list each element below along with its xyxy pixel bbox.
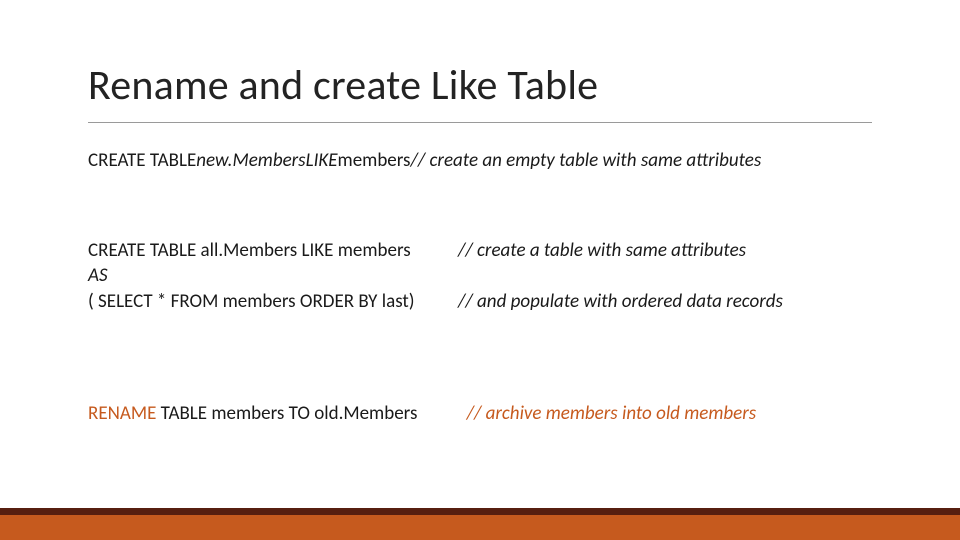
slide-body: CREATE TABLE new.Members LIKE members //… [88, 148, 878, 426]
code-line-2c: ( SELECT * FROM members ORDER BY last) /… [88, 289, 878, 315]
keyword-rename: RENAME [88, 402, 156, 425]
page-title: Rename and create Like Table [88, 60, 598, 111]
spacer [88, 174, 878, 238]
text-select-sub: ( SELECT * FROM members ORDER BY last) [88, 289, 458, 315]
comment-3: // archive members into old members [467, 401, 757, 427]
footer-bar-main [0, 515, 960, 540]
title-underline [88, 122, 872, 123]
text-members-1: members [338, 148, 411, 174]
comment-2a: // create a table with same attributes [458, 238, 746, 264]
text-rename-rest: TABLE members TO old.Members [156, 402, 417, 425]
keyword-as: AS [88, 263, 108, 289]
keyword-like-1: LIKE [306, 148, 338, 174]
ident-newmembers: new.Members [196, 148, 305, 174]
code-line-1: CREATE TABLE new.Members LIKE members //… [88, 148, 878, 174]
text-create-all: CREATE TABLE all.Members LIKE members [88, 238, 458, 264]
code-line-2b: AS [88, 263, 878, 289]
comment-1: // create an empty table with same attri… [411, 148, 762, 174]
code-line-2a: CREATE TABLE all.Members LIKE members //… [88, 238, 878, 264]
footer-bar-top [0, 508, 960, 515]
footer-bar [0, 508, 960, 540]
slide: Rename and create Like Table CREATE TABL… [0, 0, 960, 540]
spacer [88, 315, 878, 401]
keyword-create-1: CREATE TABLE [88, 148, 196, 174]
rename-left: RENAME TABLE members TO old.Members [88, 401, 458, 427]
code-line-3: RENAME TABLE members TO old.Members // a… [88, 401, 878, 427]
comment-2c: // and populate with ordered data record… [458, 289, 783, 315]
